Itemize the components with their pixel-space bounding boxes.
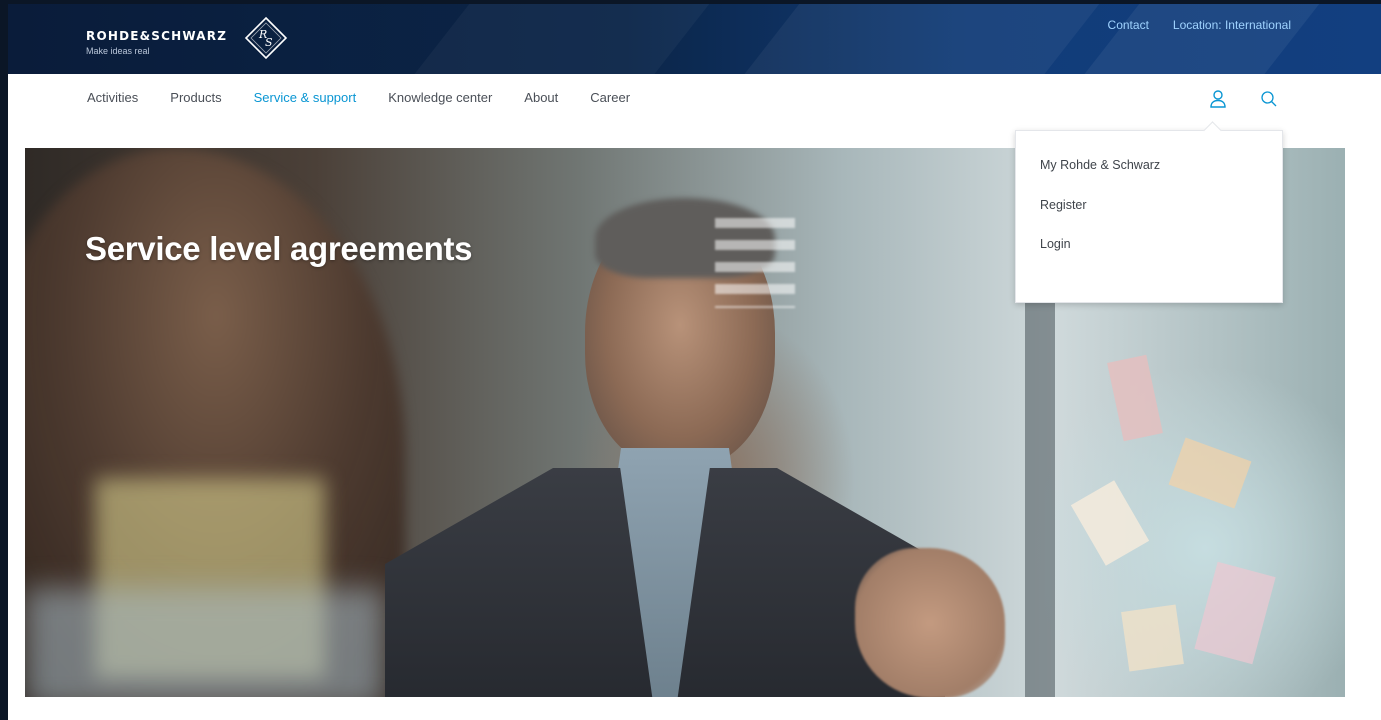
top-header: ROHDE&SCHWARZ Make ideas real R S Contac… [8, 4, 1381, 74]
hero-blinds [715, 218, 795, 308]
hero-note [1121, 604, 1184, 672]
nav-item-about[interactable]: About [524, 90, 558, 105]
header-decoration [391, 4, 725, 74]
hero-person-hand [855, 548, 1005, 697]
brand-name: ROHDE&SCHWARZ [86, 29, 228, 43]
location-link[interactable]: Location: International [1173, 18, 1291, 32]
user-icon[interactable] [1207, 88, 1229, 110]
nav-item-activities[interactable]: Activities [87, 90, 138, 105]
brand-logo[interactable]: ROHDE&SCHWARZ Make ideas real [86, 29, 227, 56]
hero-note [1070, 480, 1150, 566]
hero-note [1168, 437, 1252, 509]
menu-item-register[interactable]: Register [1040, 198, 1087, 212]
main-nav: Activities Products Service & support Kn… [8, 74, 1381, 122]
nav-menu: Activities Products Service & support Kn… [87, 90, 630, 105]
nav-item-knowledge-center[interactable]: Knowledge center [388, 90, 492, 105]
contact-link[interactable]: Contact [1108, 18, 1149, 32]
page: ROHDE&SCHWARZ Make ideas real R S Contac… [8, 4, 1381, 720]
search-icon[interactable] [1258, 88, 1280, 110]
nav-item-service-support[interactable]: Service & support [254, 90, 357, 105]
page-title: Service level agreements [85, 230, 473, 267]
user-menu-dropdown: My Rohde & Schwarz Register Login [1015, 130, 1283, 303]
utility-links: Contact Location: International [1108, 18, 1291, 32]
nav-item-career[interactable]: Career [590, 90, 630, 105]
nav-item-products[interactable]: Products [170, 90, 221, 105]
hero-foreground-blur [25, 588, 385, 697]
header-decoration [721, 4, 1115, 74]
header-decoration [1061, 4, 1335, 74]
brand-tagline: Make ideas real [86, 46, 150, 56]
hero-note [1194, 561, 1276, 665]
svg-text:S: S [265, 36, 273, 49]
menu-item-login[interactable]: Login [1040, 237, 1071, 251]
rs-logo-icon[interactable]: R S [244, 16, 288, 60]
menu-item-my-rohde-schwarz[interactable]: My Rohde & Schwarz [1040, 158, 1160, 172]
hero-note [1107, 354, 1163, 442]
